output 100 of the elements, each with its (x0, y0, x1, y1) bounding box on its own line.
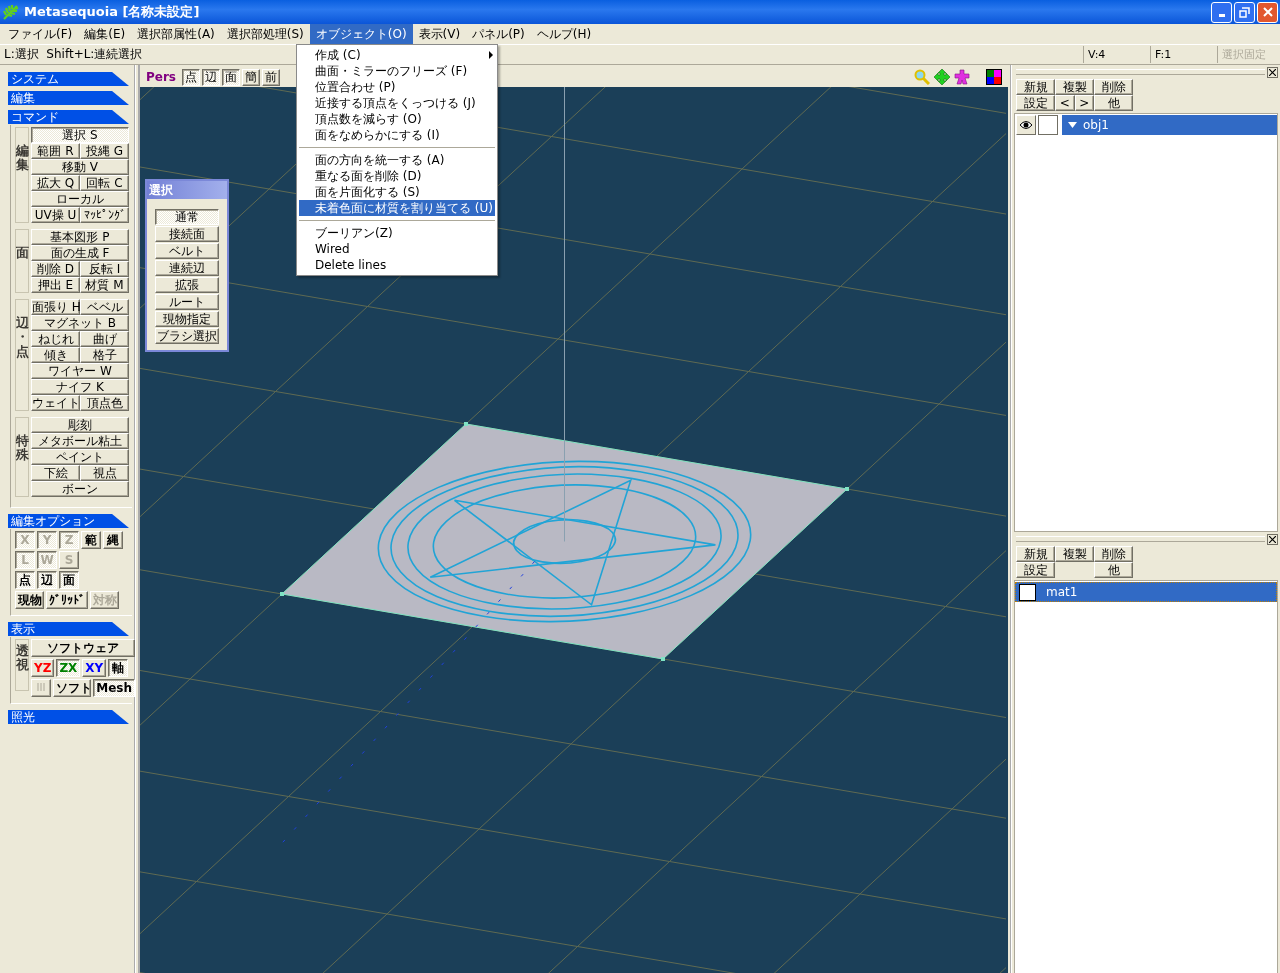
tool-button[interactable]: 現物 (15, 591, 45, 609)
close-button[interactable] (1267, 533, 1278, 545)
menu-entry[interactable]: 作成 (C) (299, 47, 495, 63)
menu-item[interactable]: 選択部処理(S) (220, 23, 310, 45)
panel-button[interactable]: 新規 (1016, 79, 1055, 95)
tool-button[interactable]: 面 (59, 571, 79, 589)
tool-button[interactable]: 基本図形 P (31, 229, 129, 245)
tool-button[interactable]: メタボール粘土 (31, 433, 129, 449)
view-button[interactable]: 辺 (202, 68, 220, 86)
tool-button[interactable]: ルート (155, 294, 219, 310)
panel-button[interactable]: 他 (1094, 95, 1133, 111)
panel-button[interactable]: 複製 (1055, 79, 1094, 95)
tool-button[interactable]: 削除 D (31, 261, 80, 277)
tool-button[interactable]: 移動 V (31, 159, 129, 175)
menu-entry[interactable]: Wired (299, 241, 495, 257)
tool-button[interactable]: ブラシ選択 (155, 328, 219, 344)
menu-entry[interactable]: 曲面・ミラーのフリーズ (F) (299, 63, 495, 79)
panel-button[interactable]: 他 (1094, 562, 1133, 578)
tool-button[interactable]: 面張り H (31, 299, 80, 315)
tool-button[interactable]: ローカル (31, 191, 129, 207)
menu-item[interactable]: オブジェクト(O) (309, 23, 413, 45)
section-header[interactable]: 照光 (8, 710, 129, 724)
panel-button[interactable]: 削除 (1094, 546, 1133, 562)
tool-button[interactable]: ワイヤー W (31, 363, 129, 379)
panel-button[interactable]: < (1055, 95, 1075, 111)
view-button[interactable]: 点 (182, 68, 200, 86)
tool-button[interactable]: UV操 U (31, 207, 80, 223)
section-header[interactable]: コマンド (8, 110, 129, 124)
color-squares-icon[interactable] (986, 69, 1002, 85)
menu-entry[interactable]: 近接する頂点をくっつける (J) (299, 95, 495, 111)
menu-item[interactable]: 編集(E) (78, 23, 132, 45)
menu-entry[interactable]: 重なる面を削除 (D) (299, 168, 495, 184)
tool-button[interactable]: 頂点色 (80, 395, 129, 411)
tool-button[interactable]: 辺 (37, 571, 57, 589)
menu-entry[interactable]: 頂点数を減らす (O) (299, 111, 495, 127)
tool-button[interactable]: XY (82, 659, 107, 677)
maximize-button[interactable] (1234, 1, 1255, 23)
tool-button[interactable]: 現物指定 (155, 311, 219, 327)
tool-button[interactable]: 点 (15, 571, 35, 589)
section-header[interactable]: 編集 (8, 91, 129, 105)
tool-button[interactable]: 拡大 Q (31, 175, 80, 191)
lock-toggle[interactable] (1038, 115, 1058, 135)
tool-button[interactable]: 選択 S (31, 127, 129, 143)
panel-button[interactable]: 複製 (1055, 546, 1094, 562)
tool-button[interactable]: ｸﾞﾘｯﾄﾞ (46, 591, 88, 609)
tool-button[interactable]: 傾き (31, 347, 80, 363)
section-header[interactable]: システム (8, 72, 129, 86)
view-button[interactable]: 面 (222, 68, 240, 86)
tool-button[interactable]: ペイント (31, 449, 129, 465)
tool-button[interactable]: ZX (56, 659, 81, 677)
menu-item[interactable]: パネル(P) (466, 23, 531, 45)
tool-button[interactable]: 視点 (80, 465, 129, 481)
section-header[interactable]: 表示 (8, 622, 129, 636)
tool-button[interactable]: ソフト (53, 679, 92, 697)
tool-button[interactable]: 材質 M (80, 277, 129, 293)
tool-button[interactable]: ねじれ (31, 331, 80, 347)
tool-button[interactable]: 軸 (108, 659, 129, 677)
close-button[interactable] (1267, 66, 1278, 78)
menu-item[interactable]: ヘルプ(H) (530, 23, 598, 45)
visibility-toggle[interactable] (1016, 115, 1036, 135)
section-header[interactable]: 編集オプション (8, 514, 129, 528)
menu-entry[interactable]: 面を片面化する (S) (299, 184, 495, 200)
tool-button[interactable]: 範 (81, 531, 101, 549)
tool-button[interactable]: ベルト (155, 243, 219, 259)
tool-button[interactable]: 連続辺 (155, 260, 219, 276)
tool-button[interactable]: ボーン (31, 481, 129, 497)
minimize-button[interactable] (1211, 1, 1232, 23)
tool-button[interactable]: 回転 C (80, 175, 129, 191)
tool-button[interactable]: 縄 (103, 531, 123, 549)
menu-item[interactable]: 選択部属性(A) (131, 23, 221, 45)
panel-button[interactable]: 削除 (1094, 79, 1133, 95)
view-button[interactable]: 簡 (242, 68, 260, 86)
panel-button[interactable]: > (1074, 95, 1094, 111)
tool-button[interactable]: マグネット B (31, 315, 129, 331)
panel-button[interactable]: 設定 (1016, 95, 1055, 111)
tool-button[interactable]: ウェイト (31, 395, 80, 411)
panel-button[interactable]: 設定 (1016, 562, 1055, 578)
tool-button[interactable]: 拡張 (155, 277, 219, 293)
tool-button[interactable]: 押出 E (31, 277, 80, 293)
menu-entry[interactable]: Delete lines (299, 257, 495, 273)
tool-button[interactable]: 通常 (155, 209, 219, 225)
menu-entry[interactable]: ブーリアン(Z) (299, 225, 495, 241)
menu-entry[interactable]: 面をなめらかにする (I) (299, 127, 495, 143)
tool-button[interactable]: ﾏｯﾋﾟﾝｸﾞ (80, 207, 129, 223)
tool-button[interactable]: 面の生成 F (31, 245, 129, 261)
tool-button[interactable]: ソフトウェア (31, 639, 135, 657)
menu-item[interactable]: ファイル(F) (2, 23, 79, 45)
tool-button[interactable]: ベベル (80, 299, 129, 315)
tool-button[interactable]: 接続面 (155, 226, 219, 242)
material-item[interactable]: mat1 (1015, 582, 1277, 602)
object-item[interactable]: obj1 (1062, 115, 1277, 135)
menu-item[interactable]: 表示(V) (412, 23, 467, 45)
panel-button[interactable]: 新規 (1016, 546, 1055, 562)
tool-button[interactable]: 彫刻 (31, 417, 129, 433)
menu-entry[interactable]: 未着色面に材質を割り当てる (U) (299, 200, 495, 216)
tool-button[interactable]: ナイフ K (31, 379, 129, 395)
tool-button[interactable]: 投縄 G (80, 143, 129, 159)
tool-button[interactable]: 下絵 (31, 465, 80, 481)
tool-button[interactable]: 格子 (80, 347, 129, 363)
tool-button[interactable]: 反転 I (80, 261, 129, 277)
